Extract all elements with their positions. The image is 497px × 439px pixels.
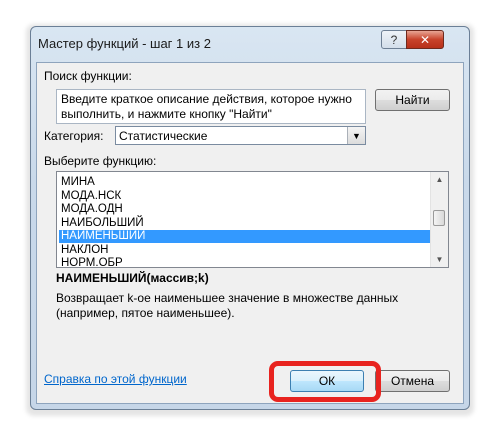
function-description: Возвращает k-ое наименьшее значение в мн… bbox=[56, 291, 399, 320]
list-item-selected[interactable]: НАИМЕНЬШИЙ bbox=[59, 230, 431, 243]
list-scrollbar[interactable]: ▲ ▼ bbox=[430, 172, 448, 267]
list-item[interactable]: НАИБОЛЬШИЙ bbox=[59, 217, 431, 230]
close-icon: ✕ bbox=[419, 32, 431, 47]
scroll-down-icon[interactable]: ▼ bbox=[431, 252, 448, 267]
help-link[interactable]: Справка по этой функции bbox=[44, 372, 187, 386]
function-signature: НАИМЕНЬШИЙ(массив;k) bbox=[56, 271, 209, 285]
find-button[interactable]: Найти bbox=[375, 89, 450, 111]
window-title: Мастер функций - шаг 1 из 2 bbox=[38, 36, 211, 51]
list-item[interactable]: МОДА.ОДН bbox=[59, 203, 431, 216]
category-label: Категория: bbox=[44, 129, 104, 143]
cancel-button[interactable]: Отмена bbox=[375, 370, 450, 392]
help-title-button[interactable]: ? bbox=[381, 30, 407, 49]
search-input[interactable]: Введите краткое описание действия, котор… bbox=[56, 89, 366, 124]
list-item[interactable]: НАКЛОН bbox=[59, 244, 431, 257]
ok-highlight-annotation bbox=[269, 361, 381, 402]
list-item[interactable]: МИНА bbox=[59, 176, 431, 189]
list-item[interactable]: МОДА.НСК bbox=[59, 190, 431, 203]
scroll-thumb[interactable] bbox=[433, 210, 445, 226]
list-item[interactable]: НОРМ.ОБР bbox=[59, 257, 431, 267]
category-value: Статистические bbox=[119, 129, 208, 143]
chevron-down-icon[interactable]: ▼ bbox=[347, 127, 365, 144]
scroll-up-icon[interactable]: ▲ bbox=[431, 172, 448, 187]
function-list-label: Выберите функцию: bbox=[44, 154, 157, 168]
help-icon: ? bbox=[390, 32, 398, 47]
close-title-button[interactable]: ✕ bbox=[406, 30, 444, 49]
search-label: Поиск функции: bbox=[44, 69, 132, 83]
category-select[interactable]: Статистические ▼ bbox=[115, 126, 366, 145]
function-listbox[interactable]: МИНА МОДА.НСК МОДА.ОДН НАИБОЛЬШИЙ НАИМЕН… bbox=[56, 171, 449, 268]
